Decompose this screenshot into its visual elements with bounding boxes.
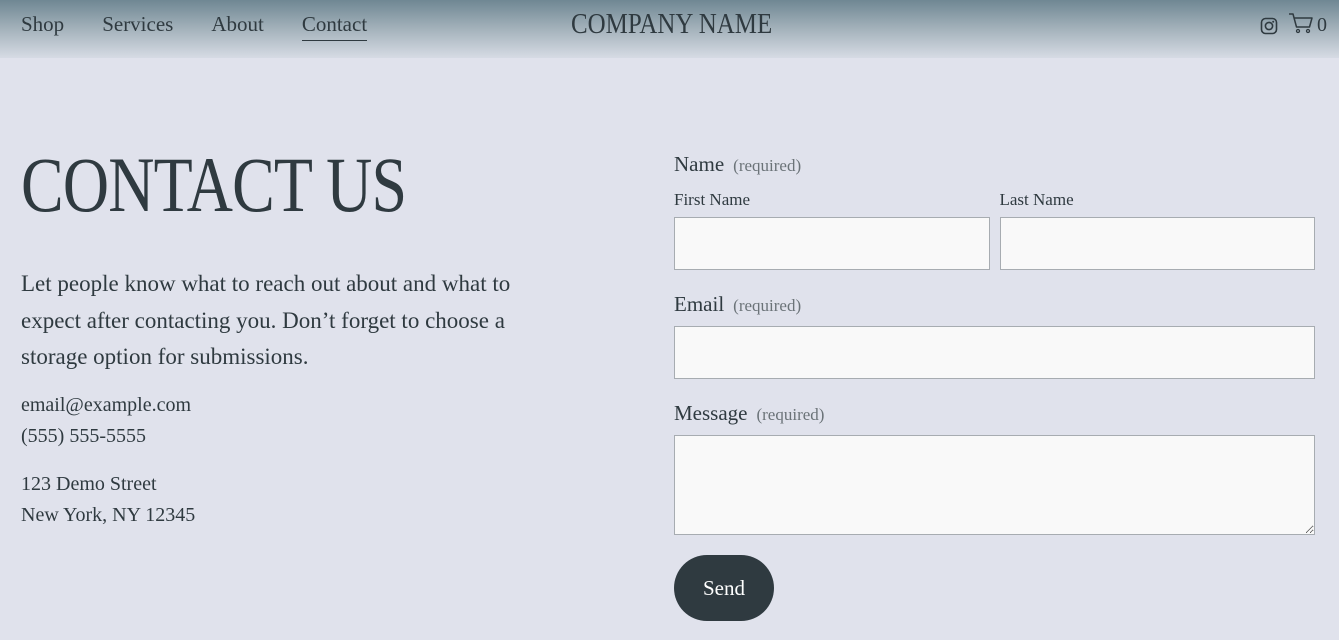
cart-button[interactable]: 0	[1288, 12, 1327, 39]
message-group: Message (required)	[674, 399, 1315, 535]
contact-email: email@example.com	[21, 393, 192, 416]
message-label: Message	[674, 401, 748, 425]
nav-link-about[interactable]: About	[211, 10, 264, 41]
first-name-input[interactable]	[674, 217, 990, 270]
intro-text: Let people know what to reach out about …	[21, 271, 511, 369]
message-label-row: Message (required)	[674, 399, 1315, 427]
address-line-2: New York, NY 12345	[21, 503, 196, 526]
first-name-group: First Name	[674, 189, 990, 270]
last-name-input[interactable]	[999, 217, 1315, 270]
contact-details: email@example.com (555) 555-5555	[21, 390, 561, 452]
name-label: Name	[674, 152, 725, 176]
site-header: Shop Services About Contact COMPANY NAME…	[0, 0, 1339, 58]
email-label: Email	[674, 292, 725, 316]
last-name-label: Last Name	[999, 190, 1074, 209]
nav-link-contact[interactable]: Contact	[301, 10, 368, 41]
address-line-1: 123 Demo Street	[21, 472, 157, 495]
name-required-note: (required)	[733, 156, 802, 175]
contact-address: 123 Demo Street New York, NY 12345	[21, 469, 561, 531]
contact-form: Name (required) First Name Last Name Ema…	[674, 150, 1315, 621]
first-name-label: First Name	[674, 190, 751, 209]
email-input[interactable]	[674, 326, 1315, 379]
instagram-icon[interactable]	[1260, 17, 1278, 35]
nav-link-services[interactable]: Services	[102, 10, 173, 41]
name-fields: First Name Last Name	[674, 189, 1315, 270]
page-title: CONTACT US	[21, 141, 407, 228]
contact-info: CONTACT US Let people know what to reach…	[21, 140, 561, 531]
cart-icon	[1288, 12, 1314, 39]
site-logo[interactable]: COMPANY NAME	[571, 8, 772, 41]
message-required-note: (required)	[756, 405, 825, 424]
cart-count: 0	[1317, 14, 1327, 36]
last-name-group: Last Name	[999, 189, 1315, 270]
contact-phone: (555) 555-5555	[21, 424, 146, 447]
name-label-row: Name (required)	[674, 150, 1315, 178]
email-required-note: (required)	[733, 296, 802, 315]
header-actions: 0	[1260, 12, 1327, 39]
send-button[interactable]: Send	[674, 555, 774, 621]
main-nav: Shop Services About Contact	[21, 10, 405, 41]
email-label-row: Email (required)	[674, 290, 1315, 318]
email-group: Email (required)	[674, 290, 1315, 379]
nav-link-shop[interactable]: Shop	[21, 10, 64, 41]
message-textarea[interactable]	[674, 435, 1315, 535]
